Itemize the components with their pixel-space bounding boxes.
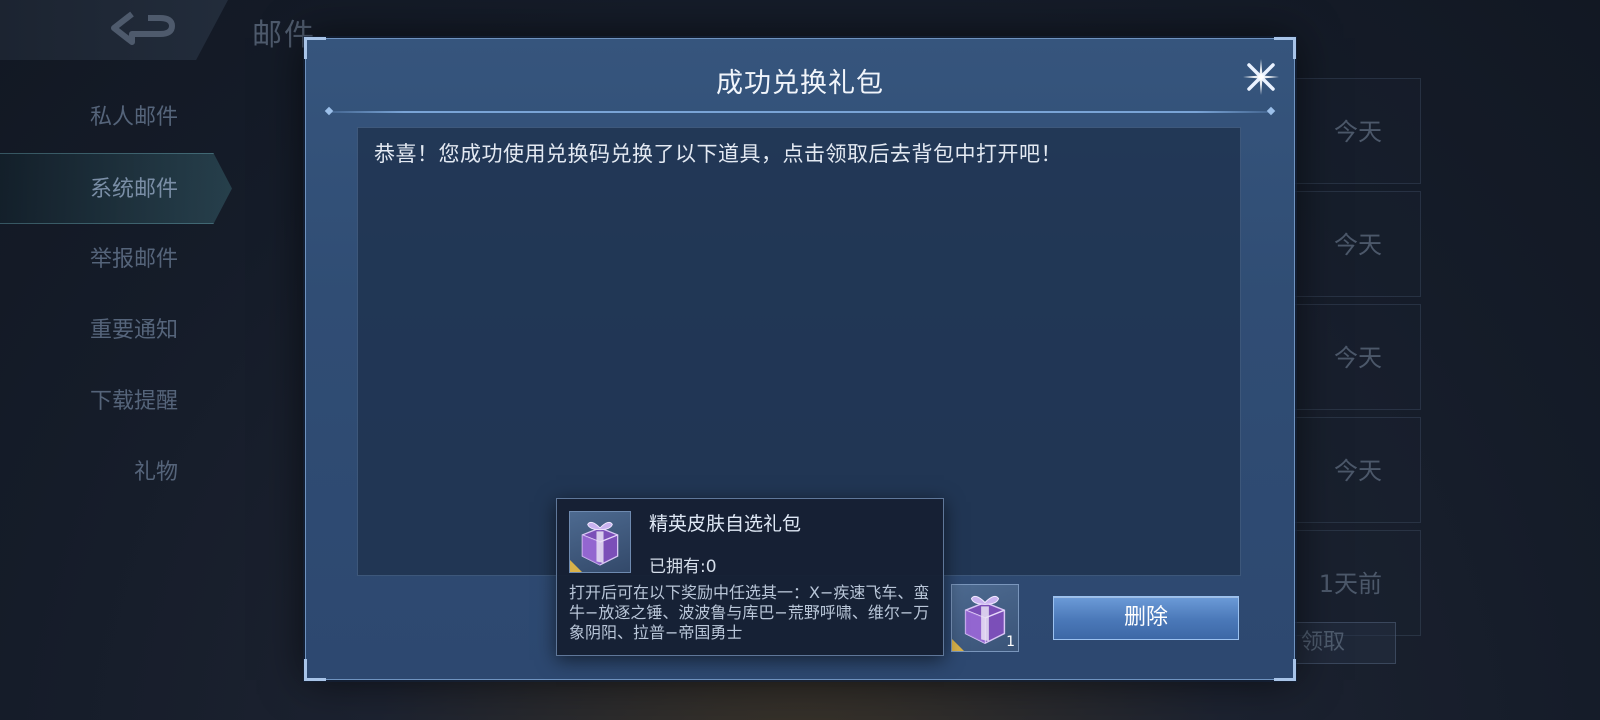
rarity-corner [952, 639, 964, 651]
tooltip-owned-count: 已拥有:0 [649, 557, 717, 577]
frame-corner [304, 37, 326, 59]
message-text: 恭喜！您成功使用兑换码兑换了以下道具，点击领取后去背包中打开吧！ [374, 142, 1062, 166]
item-tooltip: 精英皮肤自选礼包 已拥有:0 打开后可在以下奖励中任选其一：X−疾速飞车、蛮牛−… [556, 498, 944, 656]
reward-item-slot[interactable]: 1 [951, 584, 1019, 652]
sidebar-item-private-mail[interactable]: 私人邮件 [0, 82, 232, 153]
sidebar: 私人邮件 系统邮件 举报邮件 重要通知 下载提醒 礼物 [0, 82, 240, 508]
sidebar-item-system-mail[interactable]: 系统邮件 [0, 153, 232, 224]
delete-button[interactable]: 删除 [1053, 596, 1239, 640]
frame-corner [304, 659, 326, 681]
rarity-corner [570, 560, 582, 572]
frame-corner [1274, 37, 1296, 59]
dialog-title: 成功兑换礼包 [716, 68, 884, 99]
tooltip-item-name: 精英皮肤自选礼包 [649, 513, 802, 535]
sidebar-item-download-reminder[interactable]: 下载提醒 [0, 366, 232, 437]
tooltip-item-icon [569, 511, 631, 573]
back-arrow-icon [111, 11, 175, 45]
back-button[interactable] [0, 0, 228, 60]
frame-corner [1274, 659, 1296, 681]
sidebar-item-report-mail[interactable]: 举报邮件 [0, 224, 232, 295]
close-icon [1243, 59, 1279, 95]
close-button[interactable] [1241, 57, 1281, 97]
item-quantity: 1 [1006, 634, 1015, 650]
sidebar-item-gifts[interactable]: 礼物 [0, 437, 232, 508]
title-divider [328, 111, 1272, 113]
sidebar-item-important-notice[interactable]: 重要通知 [0, 295, 232, 366]
tooltip-description: 打开后可在以下奖励中任选其一：X−疾速飞车、蛮牛−放逐之锤、波波鲁与库巴−荒野呼… [569, 583, 930, 642]
